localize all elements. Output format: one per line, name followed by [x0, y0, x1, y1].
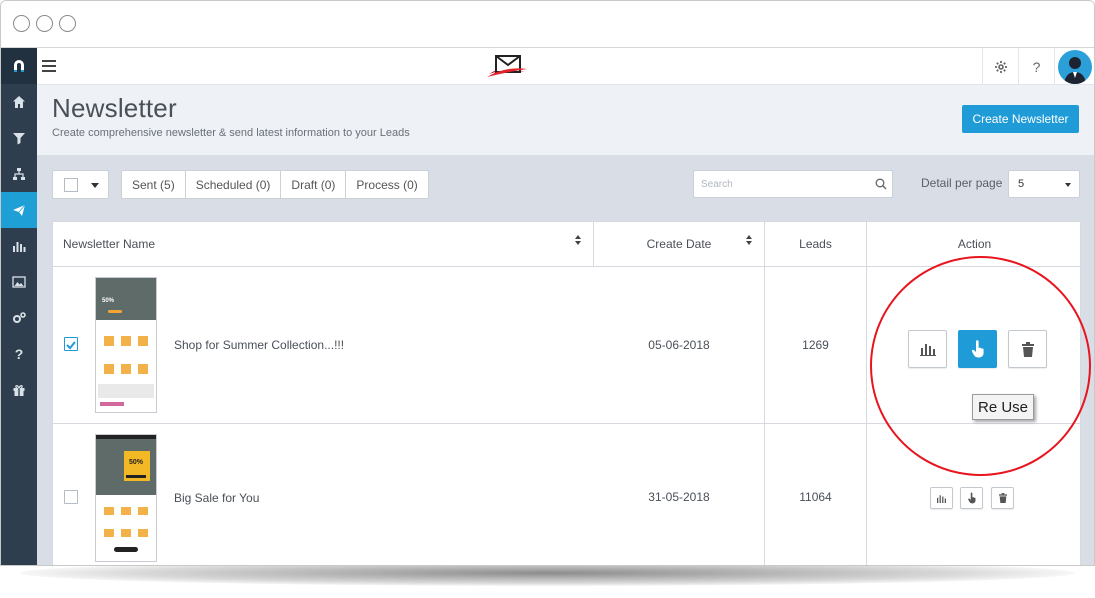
column-action-label: Action	[957, 237, 992, 251]
detail-per-page-label: Detail per page	[921, 176, 1003, 190]
tab-process[interactable]: Process (0)	[346, 171, 427, 198]
newsletter-table: Newsletter Name Create Date Leads Action	[52, 221, 1082, 565]
page-title: Newsletter	[52, 93, 177, 123]
search-box	[693, 170, 893, 198]
chevron-down-icon	[91, 183, 99, 188]
detail-per-page-value: 5	[1018, 178, 1025, 190]
table-row: 50% Shop for Summer Collection...!!! 05-…	[53, 267, 1082, 424]
reuse-tooltip: Re Use	[972, 394, 1034, 420]
stats-button[interactable]	[908, 330, 947, 368]
hand-pointer-icon	[971, 340, 984, 358]
gift-icon[interactable]	[1, 372, 37, 408]
bar-chart-icon[interactable]	[1, 228, 37, 264]
detail-per-page-select[interactable]: 5	[1008, 170, 1080, 198]
delete-button[interactable]	[1008, 330, 1047, 368]
hand-pointer-icon	[967, 492, 975, 504]
cogs-icon[interactable]	[1, 300, 37, 336]
user-avatar-button[interactable]	[1054, 48, 1094, 85]
bulk-select-dropdown[interactable]	[52, 170, 109, 199]
funnel-icon[interactable]	[1, 120, 37, 156]
close-dot[interactable]	[13, 15, 30, 32]
chevron-down-icon	[1065, 183, 1071, 187]
reuse-button[interactable]	[960, 487, 983, 509]
leads-count: 11064	[765, 424, 867, 565]
help-button[interactable]: ?	[1018, 48, 1054, 85]
column-header-action: Action	[867, 222, 1082, 267]
delete-button[interactable]	[991, 487, 1014, 509]
gear-icon[interactable]	[982, 48, 1018, 85]
create-newsletter-button[interactable]: Create Newsletter	[962, 105, 1079, 133]
column-leads-label: Leads	[799, 237, 832, 251]
row-checkbox[interactable]	[64, 490, 78, 504]
bar-chart-icon	[919, 344, 936, 356]
browser-window: ? ? Newsletter Create comprehensive news…	[0, 0, 1095, 566]
newsletter-name[interactable]: Big Sale for You	[174, 491, 259, 505]
hamburger-menu-icon[interactable]	[42, 60, 56, 72]
window-titlebar	[1, 1, 1094, 48]
tab-sent[interactable]: Sent (5)	[122, 171, 186, 198]
image-icon[interactable]	[1, 264, 37, 300]
sort-icon[interactable]	[575, 235, 581, 245]
page-subtitle: Create comprehensive newsletter & send l…	[52, 127, 410, 139]
tab-draft[interactable]: Draft (0)	[281, 171, 347, 198]
table-row: 50% Big Sale for You 31-05-2018 11064	[53, 424, 1082, 565]
bar-chart-icon	[937, 494, 946, 503]
stats-button[interactable]	[930, 487, 953, 509]
maximize-dot[interactable]	[59, 15, 76, 32]
trash-icon	[998, 493, 1007, 503]
newsletter-name[interactable]: Shop for Summer Collection...!!!	[174, 338, 344, 352]
help-icon[interactable]: ?	[1, 336, 37, 372]
status-filter-tabs: Sent (5) Scheduled (0) Draft (0) Process…	[121, 170, 429, 199]
sidebar: ?	[1, 48, 37, 565]
home-icon[interactable]	[1, 84, 37, 120]
select-all-checkbox[interactable]	[64, 178, 78, 192]
paper-plane-icon[interactable]	[1, 192, 37, 228]
column-header-leads: Leads	[765, 222, 867, 267]
newsletter-thumbnail[interactable]: 50%	[95, 277, 157, 413]
main-content: Sent (5) Scheduled (0) Draft (0) Process…	[37, 155, 1094, 565]
column-name-label: Newsletter Name	[63, 237, 156, 251]
thumb-badge: 50%	[129, 459, 144, 466]
newsletter-thumbnail[interactable]: 50%	[95, 434, 157, 562]
search-input[interactable]	[694, 171, 864, 197]
thumb-badge: 50%	[102, 298, 115, 304]
minimize-dot[interactable]	[36, 15, 53, 32]
network-icon[interactable]	[1, 156, 37, 192]
trash-icon	[1021, 341, 1034, 357]
create-date: 05-06-2018	[594, 267, 765, 423]
sort-icon[interactable]	[746, 235, 752, 245]
page-header: Newsletter Create comprehensive newslett…	[37, 85, 1094, 155]
top-bar: ?	[37, 48, 1094, 85]
create-date: 31-05-2018	[594, 424, 765, 565]
row-checkbox[interactable]	[64, 337, 78, 351]
app-logo-icon[interactable]	[1, 48, 37, 84]
leads-count: 1269	[765, 267, 867, 423]
avatar	[1057, 49, 1092, 84]
search-icon[interactable]	[875, 178, 887, 190]
reuse-button[interactable]	[958, 330, 997, 368]
tab-scheduled[interactable]: Scheduled (0)	[186, 171, 282, 198]
brand-logo[interactable]	[485, 52, 529, 80]
column-date-label: Create Date	[646, 237, 712, 251]
column-header-date[interactable]: Create Date	[594, 222, 765, 267]
column-header-name[interactable]: Newsletter Name	[53, 222, 594, 267]
